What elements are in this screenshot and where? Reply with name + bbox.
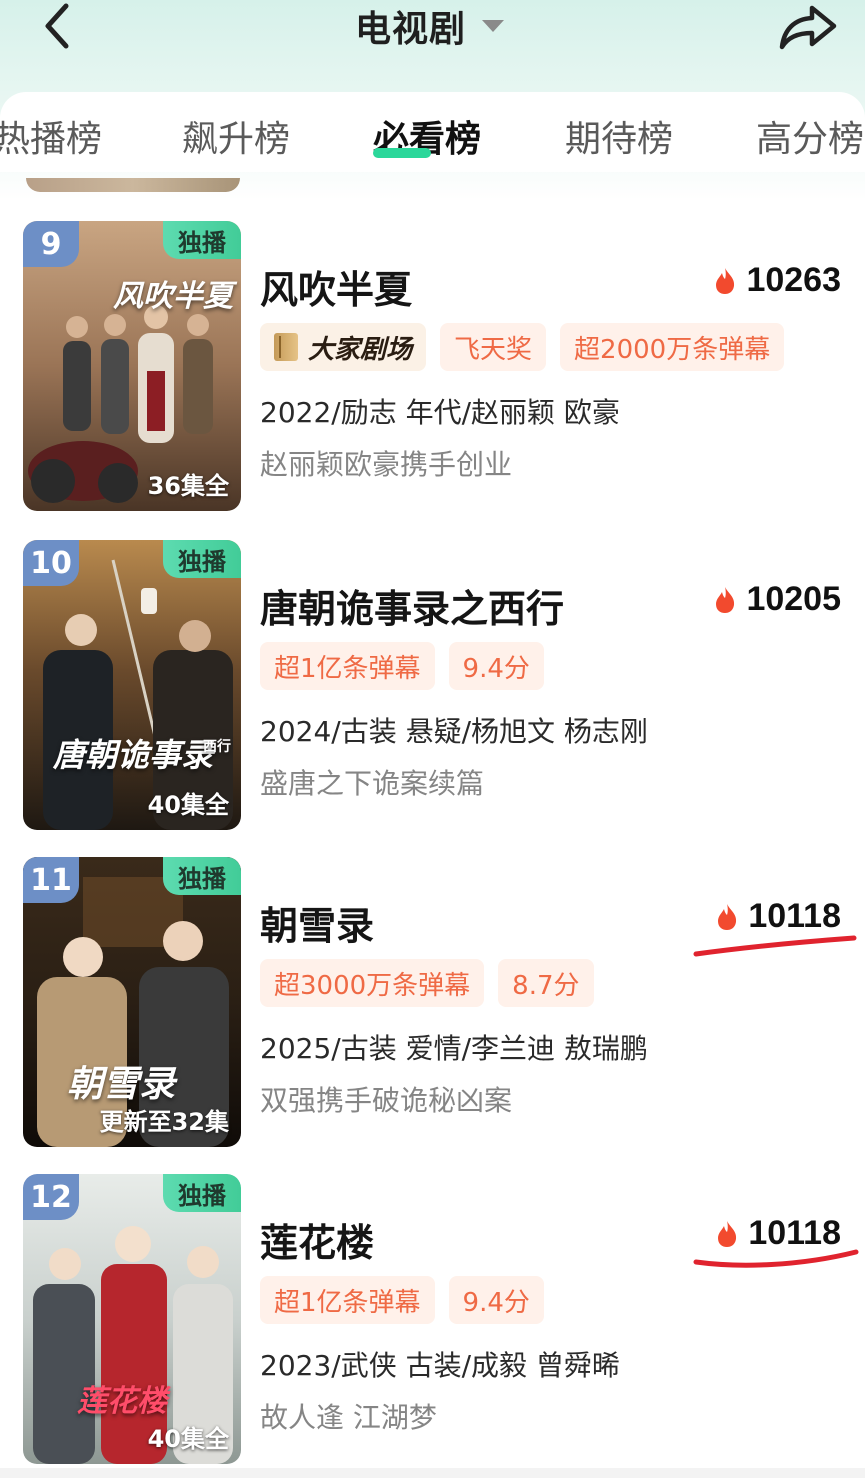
danmaku-tag[interactable]: 超3000万条弹幕 [260,959,485,1007]
show-description: 故人逢 江湖梦 [260,1401,437,1434]
nav-bar: 电视剧 [0,0,865,60]
score-tag[interactable]: 8.7分 [498,959,594,1007]
exclusive-badge: 独播 [163,540,241,578]
episode-count: 40集全 [147,791,229,819]
tag-row: 超3000万条弹幕 8.7分 [260,959,594,1007]
poster-image[interactable]: 风吹半夏 9 独播 36集全 [23,221,241,511]
flame-icon [716,267,735,294]
poster-title: 风吹半夏 [113,279,233,314]
list-item[interactable]: 唐朝诡事录 西行 10 独播 40集全 唐朝诡事录之西行 10205 超1亿条弹… [0,540,865,840]
category-dropdown[interactable]: 电视剧 [355,0,505,52]
episode-count: 40集全 [147,1425,229,1453]
poster-subtitle: 西行 [203,739,231,755]
tab-hot[interactable]: 热播榜 [0,110,102,162]
poster-image[interactable]: 朝雪录 11 独播 更新至32集 [23,857,241,1147]
heat-score: 10118 [716,897,841,936]
rank-badge: 10 [23,540,79,586]
page-title: 电视剧 [355,9,467,50]
caret-down-icon [482,20,505,32]
heat-value: 10118 [748,1214,841,1252]
episode-count: 36集全 [147,472,229,500]
score-tag[interactable]: 9.4分 [448,1276,544,1324]
danmaku-tag[interactable]: 超2000万条弹幕 [560,323,785,371]
show-meta: 2023/武侠 古装/成毅 曾舜晞 [260,1349,620,1382]
share-button[interactable] [776,2,840,52]
exclusive-badge: 独播 [163,1174,241,1212]
heat-value: 10205 [746,580,841,618]
score-tag[interactable]: 9.4分 [448,642,544,690]
show-description: 双强携手破诡秘凶案 [260,1084,513,1117]
poster-image[interactable]: 唐朝诡事录 西行 10 独播 40集全 [23,540,241,830]
tab-high-score[interactable]: 高分榜 [756,110,864,162]
chevron-left-icon [45,3,69,49]
exclusive-badge: 独播 [163,221,241,259]
danmaku-tag[interactable]: 超1亿条弹幕 [260,1276,435,1324]
poster-image[interactable]: 莲花楼 12 独播 40集全 [23,1174,241,1464]
heat-score: 10205 [714,580,841,619]
tag-row: 超1亿条弹幕 9.4分 [260,642,544,690]
flame-icon [716,586,735,613]
tab-anticipated[interactable]: 期待榜 [565,110,673,162]
list-item[interactable]: 朝雪录 11 独播 更新至32集 朝雪录 10118 超3000万条弹幕 8.7… [0,857,865,1157]
show-title[interactable]: 朝雪录 [260,895,374,950]
rank-badge: 12 [23,1174,79,1220]
exclusive-badge: 独播 [163,857,241,895]
episode-count: 更新至32集 [99,1108,229,1136]
show-title[interactable]: 莲花楼 [260,1212,374,1267]
brand-tag-label: 大家剧场 [308,334,413,365]
danmaku-tag[interactable]: 超1亿条弹幕 [260,642,435,690]
show-title[interactable]: 风吹半夏 [260,259,412,314]
list-item[interactable]: 莲花楼 12 独播 40集全 莲花楼 10118 超1亿条弹幕 9.4分 202… [0,1174,865,1474]
show-meta: 2025/古装 爱情/李兰迪 敖瑞鹏 [260,1032,648,1065]
award-tag[interactable]: 飞天奖 [440,323,547,371]
heat-score: 10118 [716,1214,841,1253]
active-tab-indicator [373,148,431,158]
tab-rising[interactable]: 飙升榜 [182,110,290,162]
ranking-tabs: 热播榜 飙升榜 必看榜 期待榜 高分榜 [0,92,865,172]
bottom-edge [0,1468,865,1478]
flame-icon [718,903,737,930]
previous-item-poster [26,178,240,192]
rank-badge: 11 [23,857,79,903]
brand-tag[interactable]: 大家剧场 [260,323,427,371]
heat-value: 10118 [748,897,841,935]
list-item[interactable]: 风吹半夏 9 独播 36集全 风吹半夏 10263 大家剧场 飞天奖 超2000… [0,221,865,521]
heat-score: 10263 [714,261,841,300]
heat-value: 10263 [746,261,841,299]
poster-title: 唐朝诡事录 [53,736,214,774]
book-icon [274,333,298,361]
share-arrow-icon [779,5,837,50]
poster-title: 朝雪录 [67,1063,176,1105]
show-description: 赵丽颖欧豪携手创业 [260,448,513,481]
show-meta: 2022/励志 年代/赵丽颖 欧豪 [260,396,620,429]
poster-title: 莲花楼 [77,1384,167,1419]
show-meta: 2024/古装 悬疑/杨旭文 杨志刚 [260,715,648,748]
tag-row: 超1亿条弹幕 9.4分 [260,1276,544,1324]
flame-icon [718,1220,737,1247]
show-description: 盛唐之下诡案续篇 [260,767,485,800]
back-button[interactable] [36,0,80,52]
tag-row: 大家剧场 飞天奖 超2000万条弹幕 [260,323,785,371]
show-title[interactable]: 唐朝诡事录之西行 [260,578,564,633]
rank-badge: 9 [23,221,79,267]
